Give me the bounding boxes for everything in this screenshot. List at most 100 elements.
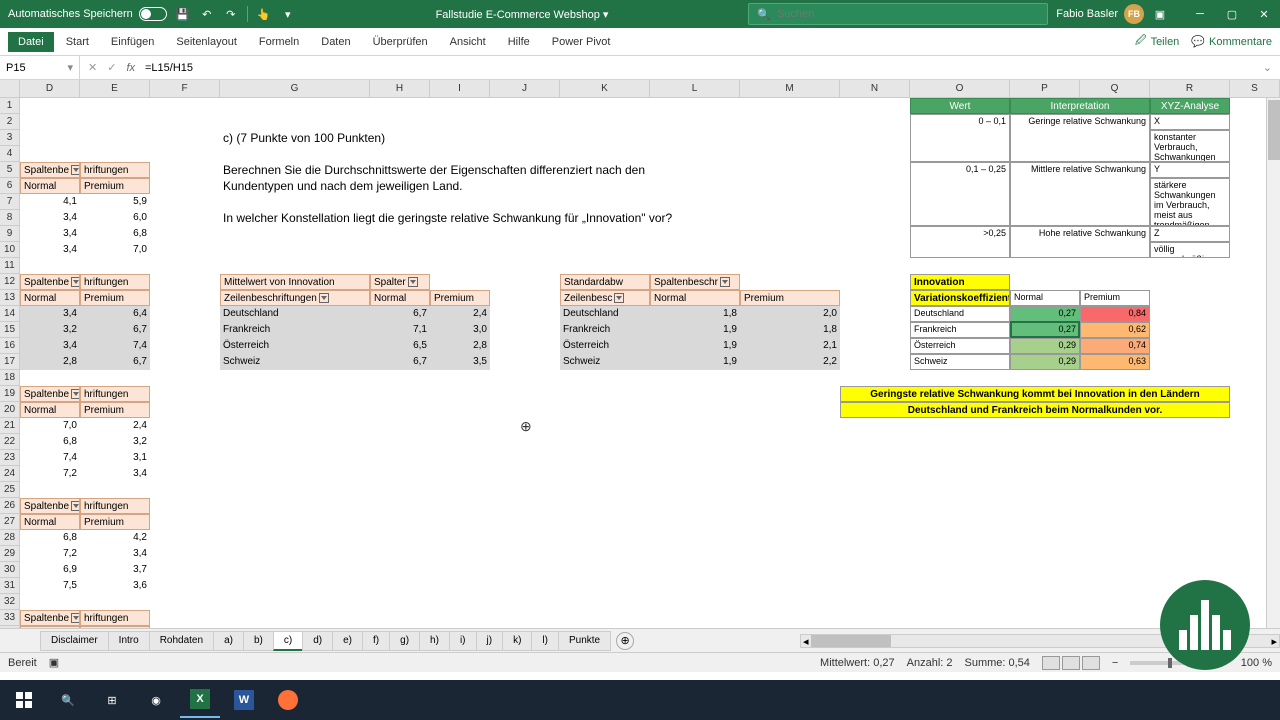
view-pagebreak-icon[interactable] bbox=[1082, 656, 1100, 670]
col-header[interactable]: I bbox=[430, 80, 490, 97]
excel-app[interactable]: X bbox=[180, 682, 220, 718]
autosave-toggle[interactable]: Automatisches Speichern bbox=[8, 7, 167, 21]
row-header[interactable]: 30 bbox=[0, 562, 20, 578]
sheet-tab[interactable]: b) bbox=[243, 631, 274, 651]
ribbon-tab-formeln[interactable]: Formeln bbox=[249, 32, 309, 52]
row-header[interactable]: 19 bbox=[0, 386, 20, 402]
search-input[interactable] bbox=[777, 8, 1039, 20]
ribbon-tab-power pivot[interactable]: Power Pivot bbox=[542, 32, 621, 52]
sheet-tab[interactable]: Rohdaten bbox=[149, 631, 214, 651]
col-header[interactable]: G bbox=[220, 80, 370, 97]
row-header[interactable]: 25 bbox=[0, 482, 20, 498]
minimize-icon[interactable]: ─ bbox=[1192, 6, 1208, 22]
row-header[interactable]: 20 bbox=[0, 402, 20, 418]
row-header[interactable]: 8 bbox=[0, 210, 20, 226]
formula-input[interactable] bbox=[145, 62, 1253, 74]
col-header[interactable]: H bbox=[370, 80, 430, 97]
sheet-tab[interactable]: l) bbox=[531, 631, 559, 651]
ribbon-tab-einfügen[interactable]: Einfügen bbox=[101, 32, 164, 52]
start-button[interactable] bbox=[4, 682, 44, 718]
col-header[interactable]: K bbox=[560, 80, 650, 97]
ribbon-mode-icon[interactable]: ▣ bbox=[1152, 6, 1168, 22]
row-header[interactable]: 27 bbox=[0, 514, 20, 530]
view-layout-icon[interactable] bbox=[1062, 656, 1080, 670]
sheet-tab[interactable]: i) bbox=[449, 631, 477, 651]
row-header[interactable]: 32 bbox=[0, 594, 20, 610]
select-all-corner[interactable] bbox=[0, 80, 20, 97]
vertical-scrollbar[interactable] bbox=[1266, 98, 1280, 628]
sheet-tab[interactable]: g) bbox=[389, 631, 420, 651]
col-header[interactable]: Q bbox=[1080, 80, 1150, 97]
undo-icon[interactable]: ↶ bbox=[199, 6, 215, 22]
sheet-tab[interactable]: Disclaimer bbox=[40, 631, 109, 651]
row-header[interactable]: 16 bbox=[0, 338, 20, 354]
ribbon-tab-ansicht[interactable]: Ansicht bbox=[440, 32, 496, 52]
row-header[interactable]: 6 bbox=[0, 178, 20, 194]
ribbon-tab-überprüfen[interactable]: Überprüfen bbox=[363, 32, 438, 52]
sheet-tab[interactable]: f) bbox=[362, 631, 390, 651]
col-header[interactable]: S bbox=[1230, 80, 1280, 97]
row-header[interactable]: 10 bbox=[0, 242, 20, 258]
maximize-icon[interactable]: ▢ bbox=[1224, 6, 1240, 22]
close-icon[interactable]: ✕ bbox=[1256, 6, 1272, 22]
row-header[interactable]: 12 bbox=[0, 274, 20, 290]
firefox-app[interactable] bbox=[268, 682, 308, 718]
col-header[interactable]: R bbox=[1150, 80, 1230, 97]
name-box[interactable]: P15 ▾ bbox=[0, 56, 80, 79]
sheet-tab[interactable]: j) bbox=[476, 631, 504, 651]
col-header[interactable]: J bbox=[490, 80, 560, 97]
ribbon-tab-daten[interactable]: Daten bbox=[311, 32, 360, 52]
row-header[interactable]: 17 bbox=[0, 354, 20, 370]
row-header[interactable]: 22 bbox=[0, 434, 20, 450]
row-header[interactable]: 21 bbox=[0, 418, 20, 434]
comments-button[interactable]: 💬 Kommentare bbox=[1191, 32, 1272, 51]
record-macro-icon[interactable]: ▣ bbox=[49, 656, 59, 669]
col-header[interactable]: D bbox=[20, 80, 80, 97]
touch-icon[interactable]: 👆 bbox=[256, 6, 272, 22]
sheet-tab[interactable]: e) bbox=[332, 631, 363, 651]
taskview-button[interactable]: ⊞ bbox=[92, 682, 132, 718]
row-header[interactable]: 15 bbox=[0, 322, 20, 338]
row-header[interactable]: 23 bbox=[0, 450, 20, 466]
row-header[interactable]: 7 bbox=[0, 194, 20, 210]
view-normal-icon[interactable] bbox=[1042, 656, 1060, 670]
sheet-tab[interactable]: Intro bbox=[108, 631, 150, 651]
more-icon[interactable]: ▾ bbox=[280, 6, 296, 22]
ribbon-tab-datei[interactable]: Datei bbox=[8, 32, 54, 52]
row-header[interactable]: 33 bbox=[0, 610, 20, 626]
add-sheet-button[interactable]: ⊕ bbox=[616, 632, 634, 650]
row-header[interactable]: 34 bbox=[0, 626, 20, 628]
col-header[interactable]: L bbox=[650, 80, 740, 97]
sheet-tab[interactable]: Punkte bbox=[558, 631, 611, 651]
sheet-tab[interactable]: d) bbox=[302, 631, 333, 651]
row-header[interactable]: 11 bbox=[0, 258, 20, 274]
row-header[interactable]: 3 bbox=[0, 130, 20, 146]
row-header[interactable]: 18 bbox=[0, 370, 20, 386]
search-button[interactable]: 🔍 bbox=[48, 682, 88, 718]
zoom-level[interactable]: 100 % bbox=[1241, 657, 1272, 669]
save-icon[interactable]: 💾 bbox=[175, 6, 191, 22]
col-header[interactable]: E bbox=[80, 80, 150, 97]
row-header[interactable]: 2 bbox=[0, 114, 20, 130]
row-header[interactable]: 4 bbox=[0, 146, 20, 162]
col-header[interactable]: M bbox=[740, 80, 840, 97]
col-header[interactable]: N bbox=[840, 80, 910, 97]
row-header[interactable]: 1 bbox=[0, 98, 20, 114]
word-app[interactable]: W bbox=[224, 682, 264, 718]
obs-app[interactable]: ◉ bbox=[136, 682, 176, 718]
zoom-out-icon[interactable]: − bbox=[1112, 657, 1118, 669]
ribbon-tab-start[interactable]: Start bbox=[56, 32, 99, 52]
row-header[interactable]: 29 bbox=[0, 546, 20, 562]
sheet-tab[interactable]: k) bbox=[502, 631, 532, 651]
row-header[interactable]: 5 bbox=[0, 162, 20, 178]
expand-formula-icon[interactable]: ⌄ bbox=[1263, 61, 1272, 74]
row-header[interactable]: 28 bbox=[0, 530, 20, 546]
row-header[interactable]: 26 bbox=[0, 498, 20, 514]
row-header[interactable]: 31 bbox=[0, 578, 20, 594]
sheet-tab[interactable]: h) bbox=[419, 631, 450, 651]
col-header[interactable]: O bbox=[910, 80, 1010, 97]
share-button[interactable]: 🖉 Teilen bbox=[1135, 32, 1179, 51]
search-box[interactable]: 🔍 bbox=[748, 3, 1048, 25]
row-header[interactable]: 24 bbox=[0, 466, 20, 482]
col-header[interactable]: P bbox=[1010, 80, 1080, 97]
